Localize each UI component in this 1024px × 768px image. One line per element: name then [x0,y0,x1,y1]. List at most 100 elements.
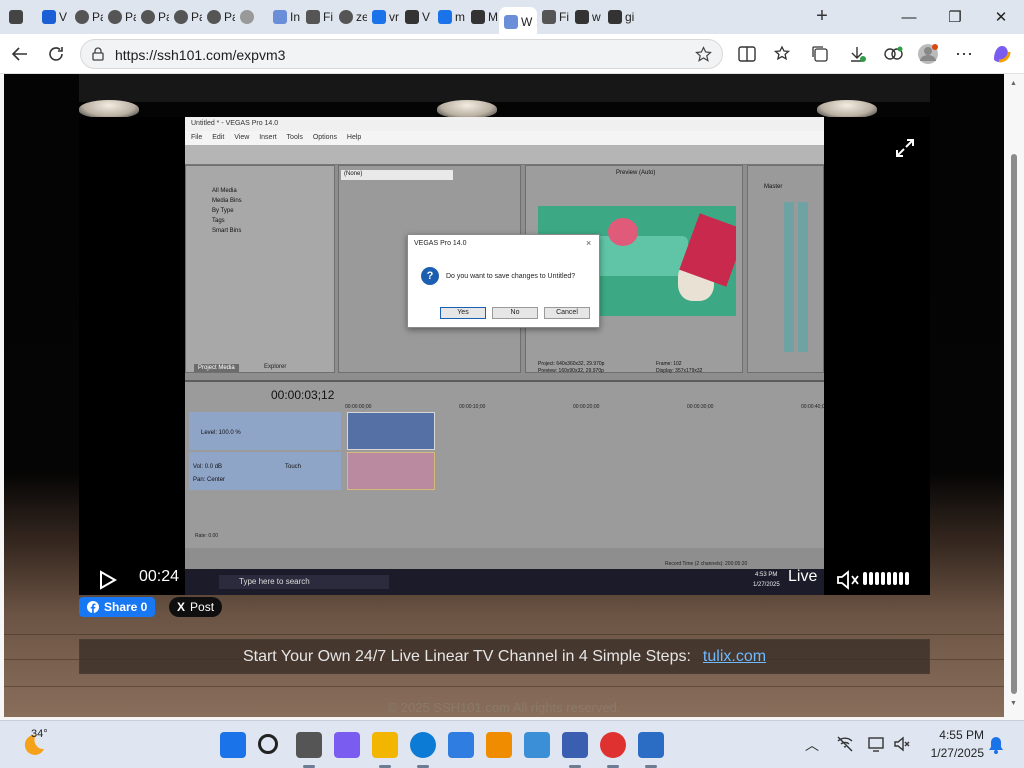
video-track-header: Level: 100.0 % [189,412,341,450]
minimize-button[interactable]: — [886,0,932,34]
collections-icon[interactable] [808,42,832,66]
monitor-icon [471,10,485,24]
photos-icon[interactable] [524,732,550,758]
track-level: Level: 100.0 % [201,430,241,436]
record-icon[interactable] [600,732,626,758]
extensions-icon[interactable] [881,42,905,66]
close-window-button[interactable]: ✕ [978,0,1024,34]
scroll-up-icon[interactable]: ▲ [1010,80,1017,87]
browser-tab[interactable]: gi [603,3,636,31]
favorite-star-icon[interactable] [695,46,712,63]
tab-actions-icon [9,10,23,24]
restore-button[interactable]: ❐ [932,0,978,34]
github-icon [207,10,221,24]
video-player[interactable]: Untitled * - VEGAS Pro 14.0 File Edit Vi… [79,117,930,595]
browser-tab[interactable]: Pa [103,3,136,31]
mute-icon[interactable] [835,569,861,591]
edge-icon[interactable] [410,732,436,758]
volume-slider[interactable] [863,572,909,585]
refresh-icon [49,47,63,61]
browser-tab[interactable]: Pa [169,3,202,31]
weather-widget[interactable]: 34° [18,728,48,764]
browser-tab[interactable]: In [268,3,301,31]
tab-label: Pa [125,10,136,24]
record-time: Record Time (2 channels): 200:05:20 [665,561,748,567]
file-explorer-icon[interactable] [372,732,398,758]
browser-tab[interactable]: Pa [202,3,235,31]
start-icon[interactable] [220,732,246,758]
volume-muted-icon[interactable] [893,735,911,753]
browser-tab[interactable] [235,3,268,31]
scrollbar-thumb[interactable] [1011,154,1017,694]
browser-tab[interactable] [4,3,37,31]
footer-copyright: © 2025 SSH101.com All rights reserved. [387,700,621,715]
notepad-icon[interactable] [638,732,664,758]
scroll-down-icon[interactable]: ▼ [1010,700,1017,707]
date[interactable]: 1/27/2025 [920,746,984,760]
tulix-link[interactable]: tulix.com [703,648,766,666]
app-icon[interactable] [562,732,588,758]
play-icon[interactable] [96,569,118,591]
dialog-yes-button[interactable]: Yes [440,307,486,319]
tab-label: Pa [191,10,202,24]
tab-label: Pa [92,10,103,24]
notification-bell-icon[interactable] [988,736,1004,754]
browser-tab[interactable]: w [570,3,603,31]
project-media-panel: All Media Media Bins By Type Tags Smart Bins… [185,165,335,373]
task-view-icon[interactable] [296,732,322,758]
clock[interactable]: 4:55 PM [920,728,984,742]
tab-strip: V Pa Pa Pa Pa Pa In Fi ze vr Vm MW✕ Fi w gi + — ❐ ✕ [0,0,1024,37]
browser-tab[interactable]: Fi [537,3,570,31]
preset-dropdown: (None) [341,170,453,180]
browser-tab[interactable]: M [466,3,499,31]
dialog-no-button[interactable]: No [492,307,538,319]
windows-taskbar: 34° ︿ 4:55 PM 1/27/2025 [0,720,1024,768]
fullscreen-icon[interactable] [894,137,916,159]
split-screen-icon[interactable] [735,42,759,66]
banner-text: Start Your Own 24/7 Live Linear TV Chann… [242,647,691,665]
touch-mode: Touch [285,464,302,470]
profile-avatar-icon[interactable] [916,42,940,66]
player-stage: Untitled * - VEGAS Pro 14.0 File Edit Vi… [4,74,1004,717]
address-bar[interactable]: https://ssh101.com/expvm3 [80,39,723,69]
browser-tab[interactable]: Pa [136,3,169,31]
promo-banner: Start Your Own 24/7 Live Linear TV Chann… [79,639,930,674]
browser-tab[interactable]: W✕ [499,7,537,37]
tab-label: V [59,10,68,24]
copilot-icon[interactable] [334,732,360,758]
browser-tab[interactable]: m [433,3,466,31]
browser-tab[interactable]: V [37,3,70,31]
save-changes-dialog: VEGAS Pro 14.0 × ? Do you want to save c… [407,234,600,328]
favorites-icon[interactable] [771,42,795,66]
vlc-icon[interactable] [486,732,512,758]
store-icon[interactable] [448,732,474,758]
downloads-icon[interactable] [845,42,869,66]
refresh-button[interactable] [44,42,68,66]
browser-tab[interactable]: vr [367,3,400,31]
audio-track-header: Vol: 0.0 dB Touch Pan: Center [189,452,341,490]
facebook-share-button[interactable]: Share 0 [79,597,156,617]
tab-explorer: Explorer [264,364,287,370]
document-icon [608,10,622,24]
ruler-tick-label: 00:00:40;00 [801,404,824,410]
x-post-button[interactable]: X Post [169,597,223,617]
new-tab-button[interactable]: + [810,4,834,28]
tab-label: Pa [224,10,235,24]
tray-overflow-icon[interactable]: ︿ [805,735,819,755]
dialog-close-icon[interactable]: × [586,238,591,248]
back-button[interactable] [8,42,32,66]
copilot-icon[interactable] [989,42,1013,66]
display-icon[interactable] [868,735,886,753]
back-arrow-icon [11,47,27,61]
more-menu-icon[interactable]: ⋯ [952,42,976,66]
browser-tab[interactable]: Pa [70,3,103,31]
network-off-icon[interactable] [836,735,854,753]
page-scrollbar[interactable]: ▲ ▼ [1004,74,1024,720]
browser-tab[interactable]: Fi [301,3,334,31]
browser-tab[interactable]: ze [334,3,367,31]
search-icon[interactable] [258,734,278,754]
page-icon [273,10,287,24]
project-info: Project: 640x360x32, 29.970p [538,361,605,367]
dialog-cancel-button[interactable]: Cancel [544,307,590,319]
browser-tab[interactable]: V [400,3,433,31]
